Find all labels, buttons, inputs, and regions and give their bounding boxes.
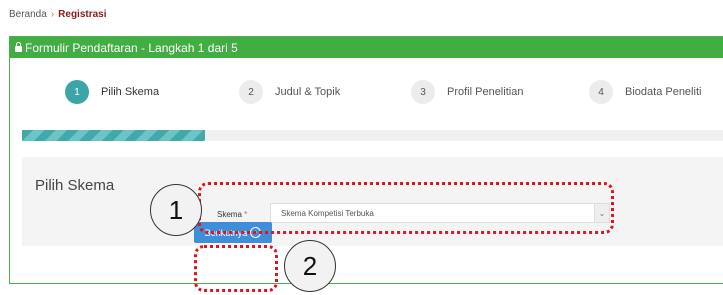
registration-panel: Formulir Pendaftaran - Langkah 1 dari 5 … xyxy=(9,36,723,284)
step-biodata-peneliti[interactable]: 4 Biodata Peneliti xyxy=(589,80,701,104)
highlight-box-button xyxy=(194,245,278,292)
step-label: Profil Penelitian xyxy=(447,86,524,98)
lock-icon xyxy=(15,42,22,52)
step-number: 3 xyxy=(411,80,435,104)
breadcrumb-separator: › xyxy=(50,9,55,20)
step-number: 4 xyxy=(589,80,613,104)
step-label: Judul & Topik xyxy=(275,86,341,98)
breadcrumb: Beranda › Registrasi xyxy=(9,9,107,20)
progress-bar-fill xyxy=(22,130,205,141)
callout-badge-2: 2 xyxy=(284,240,336,292)
panel-title: Formulir Pendaftaran - Langkah 1 dari 5 xyxy=(25,40,238,55)
breadcrumb-current: Registrasi xyxy=(58,9,107,20)
step-number: 2 xyxy=(239,80,263,104)
breadcrumb-home-link[interactable]: Beranda xyxy=(9,9,47,20)
step-judul-topik[interactable]: 2 Judul & Topik xyxy=(239,80,340,104)
step-indicator: 1 Pilih Skema 2 Judul & Topik 3 Profil P… xyxy=(10,80,723,104)
progress-bar xyxy=(22,130,723,141)
highlight-box-select xyxy=(198,182,614,234)
callout-badge-1: 1 xyxy=(150,184,202,236)
step-label: Pilih Skema xyxy=(101,86,160,98)
section-title: Pilih Skema xyxy=(35,177,115,194)
step-label: Biodata Peneliti xyxy=(625,86,702,98)
panel-header: Formulir Pendaftaran - Langkah 1 dari 5 xyxy=(10,37,723,58)
step-profil-penelitian[interactable]: 3 Profil Penelitian xyxy=(411,80,523,104)
step-pilih-skema[interactable]: 1 Pilih Skema xyxy=(65,80,159,104)
step-number: 1 xyxy=(65,80,89,104)
